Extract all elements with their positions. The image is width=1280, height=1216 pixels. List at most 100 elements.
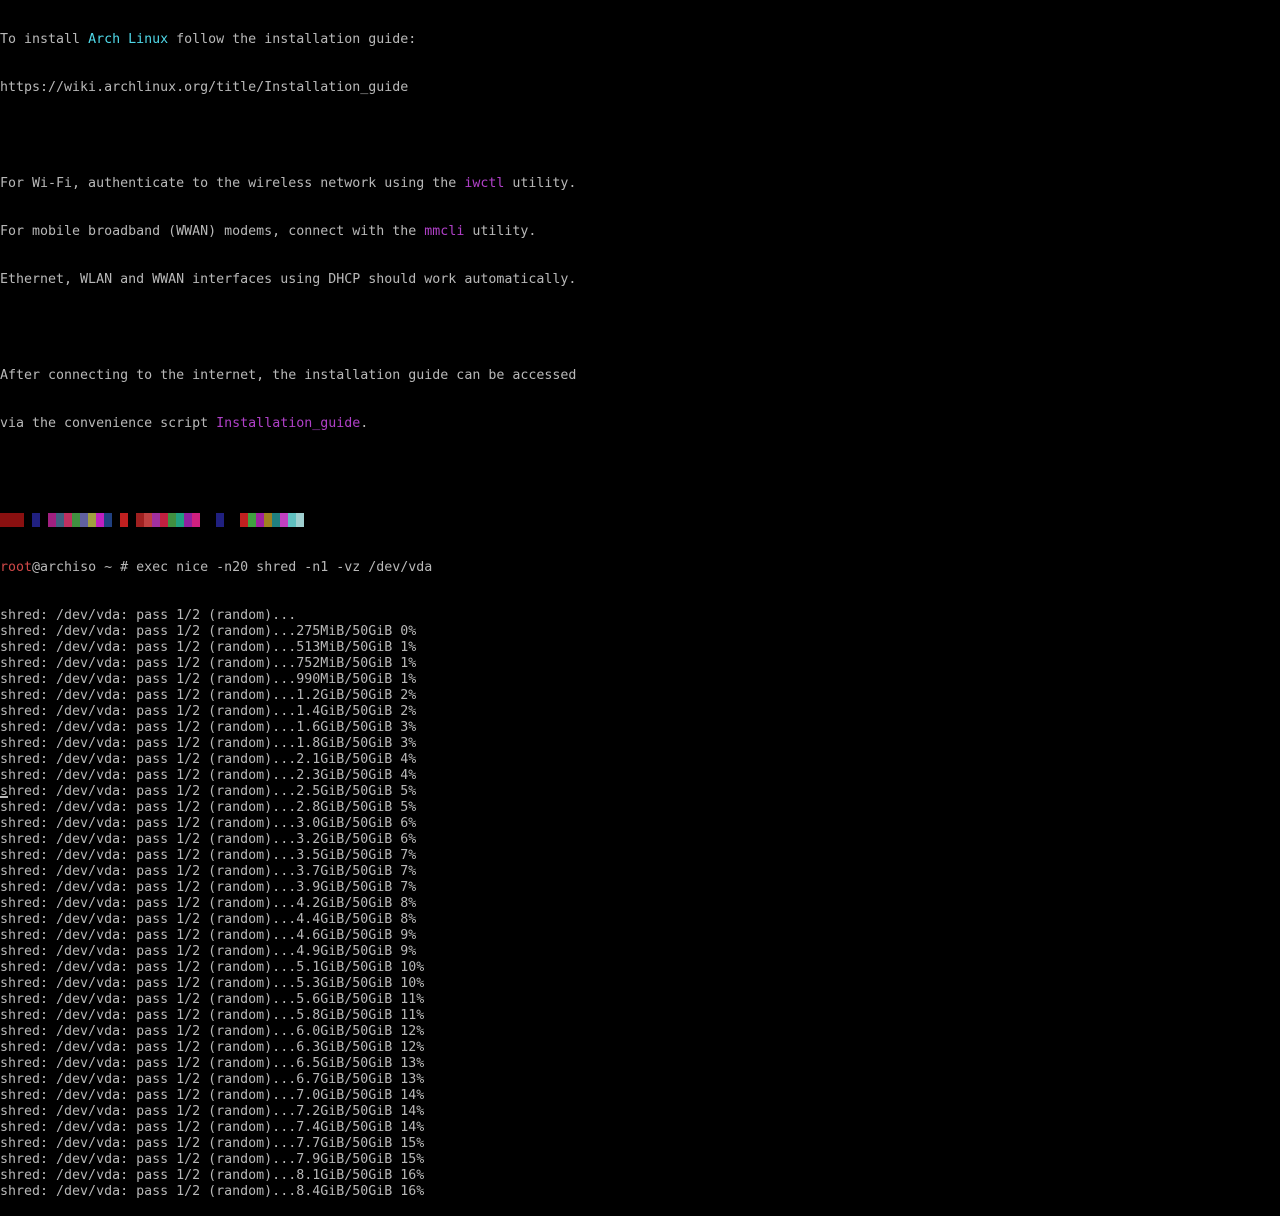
motd-text: via the convenience script	[0, 416, 217, 431]
motd-url: https://wiki.archlinux.org/title/Install…	[0, 80, 409, 95]
prompt-command: ~ # exec nice -n20 shred -n1 -vz /dev/vd…	[96, 560, 433, 575]
motd-line-wifi: For Wi-Fi, authenticate to the wireless …	[0, 176, 1280, 192]
color-swatch	[128, 513, 136, 527]
shred-progress-line: shred: /dev/vda: pass 1/2 (random)...4.9…	[0, 944, 417, 959]
shred-progress-line: shred: /dev/vda: pass 1/2 (random)...1.4…	[0, 704, 417, 719]
shred-progress-line: shred: /dev/vda: pass 1/2 (random)...3.9…	[0, 880, 417, 895]
shred-progress-line: shred: /dev/vda: pass 1/2 (random)...513…	[0, 640, 417, 655]
shred-progress-line: shred: /dev/vda: pass 1/2 (random)...6.3…	[0, 1040, 425, 1055]
arch-linux-highlight: Arch Linux	[88, 32, 169, 47]
color-swatch	[72, 513, 80, 527]
color-swatch	[272, 513, 280, 527]
shred-progress-line: shred: /dev/vda: pass 1/2 (random)...6.0…	[0, 1024, 425, 1039]
shred-progress-line: shred: /dev/vda: pass 1/2 (random)...6.5…	[0, 1056, 425, 1071]
color-swatch	[120, 513, 128, 527]
shred-progress-line: shred: /dev/vda: pass 1/2 (random)...2.3…	[0, 768, 417, 783]
shred-progress-line: shred: /dev/vda: pass 1/2 (random)...5.3…	[0, 976, 425, 991]
prompt-host: @archiso	[32, 560, 97, 575]
shred-progress-line: shred: /dev/vda: pass 1/2 (random)...3.2…	[0, 832, 417, 847]
shred-progress-line: shred: /dev/vda: pass 1/2 (random)...275…	[0, 624, 417, 639]
shred-progress-line: shred: /dev/vda: pass 1/2 (random)...990…	[0, 672, 417, 687]
shred-progress-line: shred: /dev/vda: pass 1/2 (random)...7.4…	[0, 1120, 425, 1135]
shred-progress-line: shred: /dev/vda: pass 1/2 (random)...7.9…	[0, 1152, 425, 1167]
color-swatch	[176, 513, 184, 527]
shred-progress-line: shred: /dev/vda: pass 1/2 (random)...4.6…	[0, 928, 417, 943]
color-swatch	[64, 513, 72, 527]
shred-progress-line: shred: /dev/vda: pass 1/2 (random)...3.0…	[0, 816, 417, 831]
color-swatch	[280, 513, 288, 527]
motd-text: To install	[0, 32, 89, 47]
shred-progress-line: shred: /dev/vda: pass 1/2 (random)...6.7…	[0, 1072, 425, 1087]
shred-progress-line: shred: /dev/vda: pass 1/2 (random)...8.4…	[0, 1184, 425, 1199]
installation-guide-highlight: Installation_guide	[216, 416, 361, 431]
shred-progress-line: shred: /dev/vda: pass 1/2 (random)...4.2…	[0, 896, 417, 911]
shred-progress-line: shred: /dev/vda: pass 1/2 (random)...7.7…	[0, 1136, 425, 1151]
color-swatch	[216, 513, 224, 527]
shred-progress-line: shred: /dev/vda: pass 1/2 (random)...2.8…	[0, 800, 417, 815]
motd-text: For mobile broadband (WWAN) modems, conn…	[0, 224, 425, 239]
shred-progress-line: shred: /dev/vda: pass 1/2 (random)...5.1…	[0, 960, 425, 975]
color-swatch	[80, 513, 88, 527]
shred-progress-line: shred: /dev/vda: pass 1/2 (random)...5.8…	[0, 1008, 425, 1023]
motd-text: .	[360, 416, 369, 431]
shred-progress-line: shred: /dev/vda: pass 1/2 (random)...3.7…	[0, 864, 417, 879]
shred-progress-line: shred: /dev/vda: pass 1/2 (random)...7.0…	[0, 1088, 425, 1103]
shred-progress-line: shred: /dev/vda: pass 1/2 (random)...1.8…	[0, 736, 417, 751]
motd-line-script: via the convenience script Installation_…	[0, 416, 1280, 432]
prompt-user: root	[0, 560, 33, 575]
color-swatch	[192, 513, 200, 527]
shred-progress-line: shred: /dev/vda: pass 1/2 (random)...	[0, 608, 297, 623]
shred-output: shred: /dev/vda: pass 1/2 (random)... shr…	[0, 608, 1280, 1200]
shred-progress-line: shred: /dev/vda: pass 1/2 (random)...4.4…	[0, 912, 417, 927]
shred-progress-line: shred: /dev/vda: pass 1/2 (random)...752…	[0, 656, 417, 671]
color-swatch	[288, 513, 296, 527]
color-swatch	[144, 513, 152, 527]
shred-progress-line: shred: /dev/vda: pass 1/2 (random)...1.2…	[0, 688, 417, 703]
shred-progress-line: shred: /dev/vda: pass 1/2 (random)...2.5…	[0, 784, 417, 799]
color-swatch	[240, 513, 248, 527]
shred-progress-line: shred: /dev/vda: pass 1/2 (random)...7.2…	[0, 1104, 425, 1119]
shred-progress-line: shred: /dev/vda: pass 1/2 (random)...5.6…	[0, 992, 425, 1007]
shred-progress-line: shred: /dev/vda: pass 1/2 (random)...8.1…	[0, 1168, 425, 1183]
color-swatch	[104, 513, 112, 527]
color-swatch	[136, 513, 144, 527]
motd-line-install: To install Arch Linux follow the install…	[0, 32, 1280, 48]
color-swatch	[248, 513, 256, 527]
color-test-bar	[0, 512, 1280, 528]
color-swatch	[40, 513, 48, 527]
motd-text: follow the installation guide:	[168, 32, 417, 47]
color-swatch	[200, 513, 216, 527]
motd-text: utility.	[504, 176, 577, 191]
color-swatch	[296, 513, 304, 527]
motd-text: utility.	[464, 224, 537, 239]
color-swatch	[0, 513, 24, 527]
color-swatch	[96, 513, 104, 527]
color-swatch	[256, 513, 264, 527]
color-swatch	[112, 513, 120, 527]
iwctl-highlight: iwctl	[464, 176, 505, 191]
color-swatch	[264, 513, 272, 527]
color-swatch	[56, 513, 64, 527]
color-swatch	[24, 513, 32, 527]
color-swatch	[88, 513, 96, 527]
color-swatch	[32, 513, 40, 527]
shred-progress-line: shred: /dev/vda: pass 1/2 (random)...3.5…	[0, 848, 417, 863]
motd-line-wwan: For mobile broadband (WWAN) modems, conn…	[0, 224, 1280, 240]
color-swatch	[152, 513, 160, 527]
mmcli-highlight: mmcli	[424, 224, 465, 239]
terminal-cursor	[0, 796, 8, 798]
color-swatch	[224, 513, 240, 527]
motd-line-after: After connecting to the internet, the in…	[0, 368, 577, 383]
color-swatch	[160, 513, 168, 527]
terminal-console[interactable]: To install Arch Linux follow the install…	[0, 0, 1280, 1199]
shred-progress-line: shred: /dev/vda: pass 1/2 (random)...1.6…	[0, 720, 417, 735]
color-swatch	[168, 513, 176, 527]
command-prompt-line: root@archiso ~ # exec nice -n20 shred -n…	[0, 560, 1280, 576]
shred-progress-line: shred: /dev/vda: pass 1/2 (random)...2.1…	[0, 752, 417, 767]
motd-text: For Wi-Fi, authenticate to the wireless …	[0, 176, 465, 191]
motd-line-ethernet: Ethernet, WLAN and WWAN interfaces using…	[0, 272, 577, 287]
color-swatch	[184, 513, 192, 527]
